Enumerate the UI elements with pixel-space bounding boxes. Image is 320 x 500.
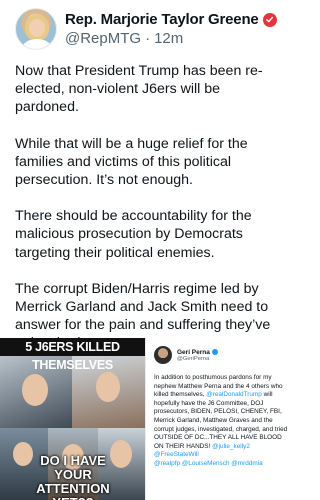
tweet-paragraph: While that will be a huge relief for the… <box>15 135 248 189</box>
meme-bottom-caption: DO I HAVE YOUR ATTENTION YET?? <box>36 453 110 500</box>
quoted-tweet-image[interactable]: Geri Perna @GeriPerna In addition to pos… <box>145 338 296 500</box>
avatar-shoulders <box>22 39 52 49</box>
quoted-text-part: will hopefully have the J6 Committee, DO… <box>154 391 288 450</box>
meme-image[interactable]: 5 J6ERS KILLED THEMSELVES DO I HAVE YOUR… <box>0 338 145 500</box>
tweet-body: Now that President Trump has been re-ele… <box>15 62 285 371</box>
tweet-paragraph: Now that President Trump has been re-ele… <box>15 63 263 116</box>
author-name-row: Rep. Marjorie Taylor Greene <box>65 11 277 28</box>
quoted-handle: @GeriPerna <box>177 355 210 362</box>
tweet-paragraph: There should be accountability for the m… <box>15 208 252 261</box>
tweet-header: Rep. Marjorie Taylor Greene @RepMTG · 12… <box>15 8 285 52</box>
verified-badge-icon <box>262 12 277 27</box>
tweet-media[interactable]: 5 J6ERS KILLED THEMSELVES DO I HAVE YOUR… <box>0 338 296 500</box>
tweet-timestamp[interactable]: 12m <box>154 30 183 47</box>
quoted-name: Geri Perna <box>177 348 210 356</box>
dot-separator: · <box>145 30 151 47</box>
quoted-names: Geri Perna @GeriPerna <box>177 349 218 362</box>
quoted-name-row: Geri Perna <box>177 349 218 356</box>
verified-check-icon <box>211 349 218 355</box>
quoted-header: Geri Perna @GeriPerna <box>154 344 288 366</box>
face-shape <box>96 372 120 402</box>
quoted-text: In addition to posthumous pardons for my… <box>154 374 288 469</box>
author-handle[interactable]: @RepMTG <box>65 30 141 47</box>
quoted-mention: @realDonaldTrump <box>206 391 262 399</box>
meme-top-caption: 5 J6ERS KILLED THEMSELVES <box>0 338 145 372</box>
author-avatar[interactable] <box>15 8 57 50</box>
author-name[interactable]: Rep. Marjorie Taylor Greene <box>65 11 259 28</box>
quoted-avatar <box>154 346 172 364</box>
author-handle-row: @RepMTG · 12m <box>65 30 183 47</box>
face-shape <box>22 374 48 406</box>
quoted-mention: @realpfp @LouiseMensch @mrddmia <box>154 459 263 467</box>
avatar-face <box>29 19 45 37</box>
